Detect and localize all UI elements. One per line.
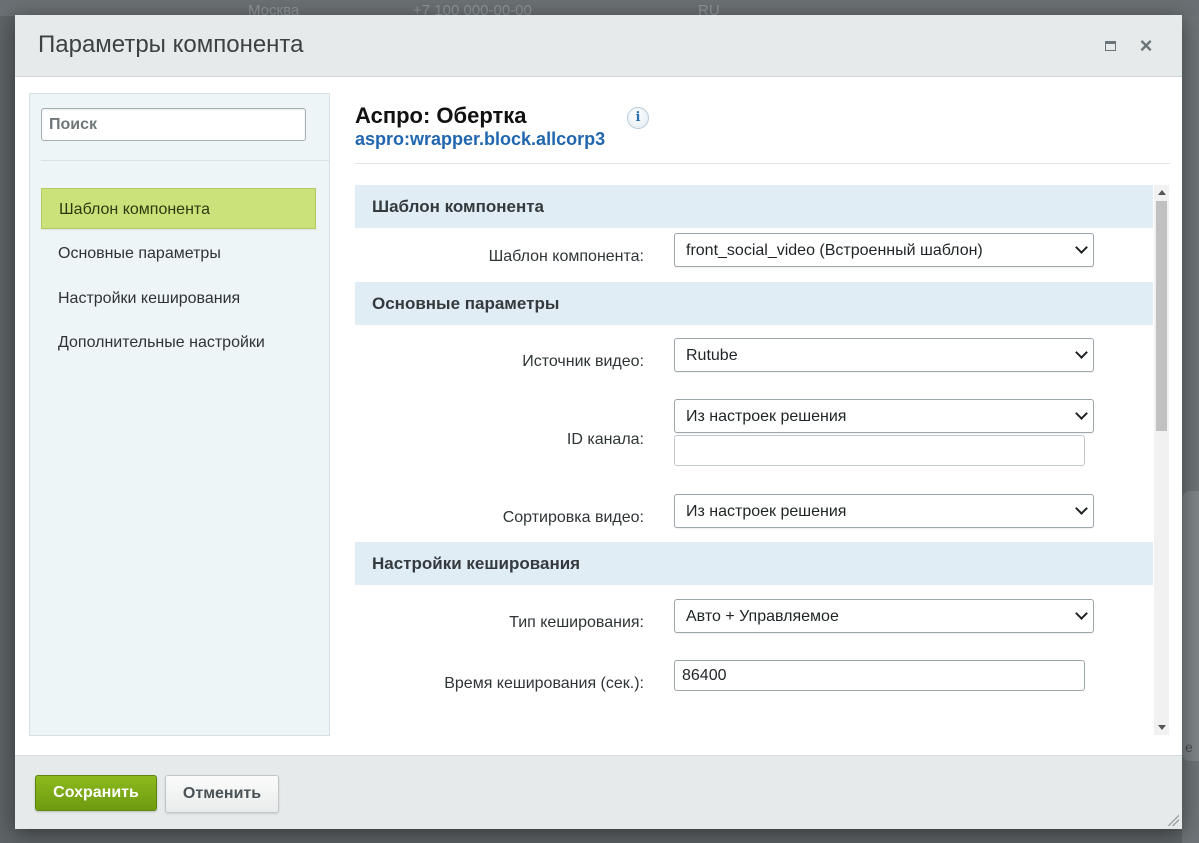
channel-id-select[interactable]: Из настроек решения [674, 399, 1094, 433]
component-code: aspro:wrapper.block.allcorp3 [355, 129, 606, 149]
section-header-template: Шаблон компонента [355, 185, 1153, 228]
scroll-up-arrow-icon[interactable] [1158, 190, 1166, 195]
section-header-cache: Настройки кеширования [355, 542, 1153, 585]
sidebar-item-cache[interactable]: Настройки кеширования [41, 278, 316, 319]
cache-type-label: Тип кеширования: [509, 614, 644, 631]
dialog-header[interactable]: Параметры компонента × [15, 15, 1182, 77]
sidebar-item-additional[interactable]: Дополнительные настройки [41, 322, 316, 363]
sidebar-item-main-params[interactable]: Основные параметры [41, 233, 316, 274]
select-value: Из настроек решения [686, 503, 847, 520]
background-topbar: Москва +7 100 000-00-00 RU [0, 0, 1199, 19]
chevron-down-icon [1075, 346, 1088, 359]
background-right-edge: е [1182, 16, 1199, 843]
section-header-main: Основные параметры [355, 282, 1153, 325]
dialog-footer: Сохранить Отменить [15, 755, 1182, 829]
template-label: Шаблон компонента: [488, 248, 644, 265]
select-value: Авто + Управляемое [686, 608, 839, 625]
component-params-dialog: Параметры компонента × Шаблон компонента… [15, 15, 1182, 829]
template-select[interactable]: front_social_video (Встроенный шаблон) [674, 233, 1094, 267]
save-button[interactable]: Сохранить [35, 775, 157, 811]
sidebar-item-template[interactable]: Шаблон компонента [41, 188, 316, 229]
chevron-down-icon [1075, 407, 1088, 420]
chevron-down-icon [1075, 502, 1088, 515]
resize-handle-icon[interactable] [1166, 813, 1179, 826]
sort-label: Сортировка видео: [502, 509, 644, 526]
cache-time-input[interactable] [674, 660, 1085, 691]
scroll-down-arrow-icon[interactable] [1158, 725, 1166, 730]
params-scroll-area[interactable]: Шаблон компонента Шаблон компонента: fro… [355, 185, 1170, 735]
params-scrollbar[interactable] [1154, 185, 1169, 735]
close-icon[interactable]: × [1135, 35, 1157, 57]
chevron-down-icon [1075, 241, 1088, 254]
video-source-select[interactable]: Rutube [674, 338, 1094, 372]
dialog-body: Шаблон компонента Основные параметры Нас… [15, 78, 1182, 755]
dialog-title: Параметры компонента [38, 31, 304, 58]
sidebar-item-label: Настройки кеширования [58, 290, 241, 307]
channel-id-label: ID канала: [566, 431, 644, 448]
search-input[interactable] [41, 108, 306, 141]
sort-select[interactable]: Из настроек решения [674, 494, 1094, 528]
maximize-icon[interactable] [1099, 35, 1121, 57]
select-value: front_social_video (Встроенный шаблон) [686, 242, 983, 259]
chevron-down-icon [1075, 607, 1088, 620]
info-icon[interactable]: i [627, 107, 649, 129]
component-name: Аспро: Обертка [355, 103, 527, 128]
video-source-label: Источник видео: [522, 353, 644, 370]
sidebar-divider [41, 160, 329, 161]
sidebar-item-label: Основные параметры [58, 245, 221, 262]
sidebar: Шаблон компонента Основные параметры Нас… [29, 93, 330, 736]
scrollbar-thumb[interactable] [1156, 201, 1167, 431]
header-divider [355, 163, 1170, 164]
select-value: Rutube [686, 347, 738, 364]
cancel-button[interactable]: Отменить [165, 775, 279, 813]
bg-text-fragment: е [1185, 739, 1193, 755]
cache-type-select[interactable]: Авто + Управляемое [674, 599, 1094, 633]
main-panel: Аспро: Обертка aspro:wrapper.block.allco… [355, 78, 1170, 755]
cache-time-label: Время кеширования (сек.): [444, 675, 644, 692]
select-value: Из настроек решения [686, 408, 847, 425]
bg-image-fragment [1182, 491, 1199, 761]
sidebar-item-label: Шаблон компонента [59, 201, 210, 218]
sidebar-item-label: Дополнительные настройки [58, 334, 265, 351]
channel-id-input[interactable] [674, 435, 1085, 466]
